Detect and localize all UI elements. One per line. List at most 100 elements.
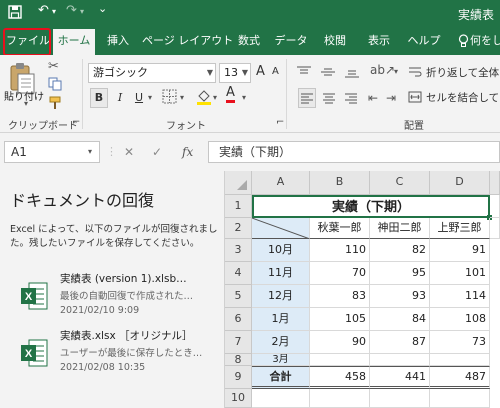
column-header[interactable]: C bbox=[370, 171, 430, 195]
worksheet-grid[interactable]: A B C D 1 2 3 4 5 6 7 8 9 10 実績（下期） 秋葉一郎… bbox=[225, 171, 500, 408]
paste-dropdown-icon[interactable]: ▾ bbox=[24, 99, 28, 108]
tab-page-layout[interactable]: ページ レイアウト bbox=[142, 27, 233, 55]
column-label-cell[interactable]: 上野三郎 bbox=[430, 218, 490, 239]
column-header[interactable]: A bbox=[252, 171, 310, 195]
row-header[interactable]: 5 bbox=[225, 285, 252, 308]
column-label-cell[interactable]: 秋葉一郎 bbox=[310, 218, 370, 239]
font-launcher-icon[interactable]: ⌐ bbox=[276, 117, 284, 128]
value-cell[interactable]: 105 bbox=[310, 308, 370, 331]
total-label-cell[interactable]: 合計 bbox=[252, 366, 310, 389]
diagonal-header-cell[interactable] bbox=[252, 218, 310, 239]
row-header[interactable]: 10 bbox=[225, 389, 252, 408]
cancel-icon[interactable]: ✕ bbox=[124, 141, 134, 163]
name-box[interactable]: A1 bbox=[4, 141, 100, 163]
tab-insert[interactable]: 挿入 bbox=[102, 27, 134, 55]
insert-function-icon[interactable]: fx bbox=[182, 141, 193, 163]
month-cell[interactable]: 10月 bbox=[252, 239, 310, 262]
font-color-icon[interactable]: A bbox=[226, 86, 235, 103]
value-cell[interactable]: 110 bbox=[310, 239, 370, 262]
decrease-indent-icon[interactable]: ⇤ bbox=[368, 91, 378, 105]
tab-home[interactable]: ホーム bbox=[53, 29, 95, 55]
italic-button[interactable]: I bbox=[112, 88, 128, 108]
cell[interactable] bbox=[370, 389, 430, 408]
font-size-combo[interactable]: 13 ▼ bbox=[219, 63, 251, 83]
recovery-file-item[interactable]: X 実績表.xlsx ［オリジナル］ ユーザーが最後に保存したとき… 2021/… bbox=[0, 326, 225, 394]
align-left-button[interactable] bbox=[298, 88, 316, 108]
total-value-cell[interactable]: 458 bbox=[310, 366, 370, 389]
undo-icon[interactable]: ↶ bbox=[38, 3, 49, 18]
value-cell[interactable]: 84 bbox=[370, 308, 430, 331]
column-label-cell[interactable]: 神田二郎 bbox=[370, 218, 430, 239]
value-cell[interactable]: 73 bbox=[430, 331, 490, 354]
value-cell[interactable] bbox=[370, 354, 430, 366]
borders-dropdown-icon[interactable]: ▾ bbox=[180, 93, 184, 102]
align-bottom-icon[interactable] bbox=[344, 65, 360, 82]
value-cell[interactable]: 87 bbox=[370, 331, 430, 354]
tab-formulas[interactable]: 数式 bbox=[232, 27, 266, 55]
grow-font-icon[interactable]: A bbox=[256, 64, 265, 79]
undo-dropdown-icon[interactable]: ▾ bbox=[52, 7, 56, 16]
row-header[interactable]: 3 bbox=[225, 239, 252, 262]
row-header[interactable]: 9 bbox=[225, 366, 252, 389]
wrap-text-button[interactable]: 折り返して全体を表 bbox=[426, 65, 500, 80]
underline-dropdown-icon[interactable]: ▾ bbox=[148, 93, 152, 102]
value-cell[interactable]: 114 bbox=[430, 285, 490, 308]
fill-color-dropdown-icon[interactable]: ▾ bbox=[213, 93, 217, 102]
shrink-font-icon[interactable]: A bbox=[272, 66, 279, 77]
tab-help[interactable]: ヘルプ bbox=[404, 27, 444, 55]
orientation-dropdown-icon[interactable]: ▾ bbox=[394, 67, 398, 76]
value-cell[interactable]: 83 bbox=[310, 285, 370, 308]
enter-icon[interactable]: ✓ bbox=[152, 141, 162, 163]
month-cell[interactable]: 2月 bbox=[252, 331, 310, 354]
cut-icon[interactable]: ✂ bbox=[48, 59, 59, 74]
column-header[interactable]: D bbox=[430, 171, 490, 195]
value-cell[interactable] bbox=[310, 354, 370, 366]
name-box-dropdown-icon[interactable]: ▾ bbox=[88, 147, 92, 156]
format-painter-icon[interactable] bbox=[48, 96, 62, 113]
row-header[interactable]: 6 bbox=[225, 308, 252, 331]
month-cell[interactable]: 1月 bbox=[252, 308, 310, 331]
value-cell[interactable]: 91 bbox=[430, 239, 490, 262]
cell[interactable] bbox=[252, 389, 310, 408]
underline-button[interactable]: U bbox=[131, 88, 147, 108]
merge-center-icon[interactable] bbox=[408, 90, 422, 107]
value-cell[interactable] bbox=[430, 354, 490, 366]
customize-quick-access-icon[interactable]: ⌄ bbox=[98, 2, 107, 15]
row-header[interactable]: 4 bbox=[225, 262, 252, 285]
align-top-icon[interactable] bbox=[296, 65, 312, 82]
cell[interactable] bbox=[430, 389, 490, 408]
wrap-text-icon[interactable] bbox=[408, 65, 422, 82]
tab-review[interactable]: 校閲 bbox=[318, 27, 352, 55]
total-value-cell[interactable]: 487 bbox=[430, 366, 490, 389]
clipboard-launcher-icon[interactable]: ⌐ bbox=[72, 117, 80, 128]
save-icon[interactable] bbox=[8, 5, 22, 23]
value-cell[interactable]: 95 bbox=[370, 262, 430, 285]
month-cell[interactable]: 12月 bbox=[252, 285, 310, 308]
value-cell[interactable]: 101 bbox=[430, 262, 490, 285]
month-cell[interactable]: 3月 bbox=[252, 354, 310, 366]
fill-color-icon[interactable] bbox=[196, 88, 212, 108]
bold-button[interactable]: B bbox=[90, 88, 108, 108]
value-cell[interactable]: 82 bbox=[370, 239, 430, 262]
cell[interactable] bbox=[490, 218, 500, 239]
value-cell[interactable]: 90 bbox=[310, 331, 370, 354]
font-name-combo[interactable]: 游ゴシック ▼ bbox=[88, 63, 216, 83]
row-header[interactable]: 7 bbox=[225, 331, 252, 354]
orientation-icon[interactable]: ab↗ bbox=[370, 63, 395, 77]
font-color-dropdown-icon[interactable]: ▾ bbox=[242, 93, 246, 102]
tab-data[interactable]: データ bbox=[272, 27, 310, 55]
total-value-cell[interactable]: 441 bbox=[370, 366, 430, 389]
select-all-corner[interactable] bbox=[225, 171, 252, 195]
increase-indent-icon[interactable]: ⇥ bbox=[386, 91, 396, 105]
formula-input[interactable]: 実績（下期） bbox=[208, 141, 500, 163]
row-header[interactable]: 1 bbox=[225, 195, 252, 218]
borders-icon[interactable] bbox=[162, 89, 177, 107]
month-cell[interactable]: 11月 bbox=[252, 262, 310, 285]
value-cell[interactable]: 93 bbox=[370, 285, 430, 308]
tab-tell-me[interactable]: 何をし bbox=[470, 27, 500, 55]
redo-icon[interactable]: ↷ bbox=[66, 3, 77, 18]
align-middle-icon[interactable] bbox=[320, 65, 336, 82]
row-header[interactable]: 8 bbox=[225, 354, 252, 366]
tab-view[interactable]: 表示 bbox=[362, 27, 396, 55]
cell[interactable] bbox=[490, 195, 500, 218]
